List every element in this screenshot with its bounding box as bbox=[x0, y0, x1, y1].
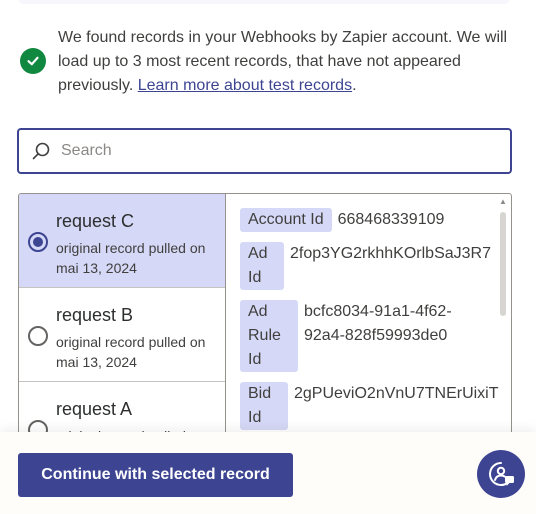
notice-suffix: . bbox=[352, 77, 357, 94]
chevron-up-icon[interactable]: ▲ bbox=[499, 198, 507, 206]
check-circle-icon bbox=[20, 48, 46, 74]
continue-button[interactable]: Continue with selected record bbox=[18, 453, 293, 497]
field-key: Account Id bbox=[240, 208, 332, 232]
search-input[interactable] bbox=[61, 142, 481, 160]
record-title: request C bbox=[56, 211, 135, 231]
field-account-id: Account Id 668468339109 bbox=[240, 208, 444, 232]
help-chat-icon[interactable] bbox=[477, 450, 525, 498]
record-radio[interactable] bbox=[28, 326, 48, 346]
scroll-thumb[interactable] bbox=[500, 212, 506, 316]
field-value: 2gPUeviO2nVnU7TNErUixiT bbox=[294, 385, 499, 402]
field-key: Ad Id bbox=[240, 242, 284, 290]
field-bid-id: Bid Id 2gPUeviO2nVnU7TNErUixiT bbox=[240, 382, 499, 430]
radio-dot bbox=[33, 237, 43, 247]
field-key: Bid Id bbox=[240, 382, 288, 430]
record-detail: Account Id 668468339109 Ad Id 2fop3YG2rk… bbox=[226, 194, 511, 442]
field-ad-id: Ad Id 2fop3YG2rkhhKOrlbSaJ3R7 bbox=[240, 242, 491, 290]
field-key: Ad Rule Id bbox=[240, 300, 298, 372]
record-item-request-c[interactable]: request C original record pulled on mai … bbox=[19, 194, 225, 288]
field-value: bcfc8034-91a1-4f62-92a4-828f59993de0 bbox=[304, 303, 452, 344]
field-value: 668468339109 bbox=[337, 211, 445, 228]
search-icon bbox=[31, 141, 51, 161]
field-ad-rule-id: Ad Rule Id bcfc8034-91a1-4f62-92a4-828f5… bbox=[240, 300, 474, 372]
footer-bar: Continue with selected record bbox=[0, 432, 536, 514]
previous-card-edge bbox=[18, 0, 510, 4]
record-title: request A bbox=[56, 399, 133, 419]
records-found-notice: We found records in your Webhooks by Zap… bbox=[20, 26, 510, 102]
learn-more-link[interactable]: Learn more about test records bbox=[138, 77, 352, 94]
record-subtitle: original record pulled on mai 13, 2024 bbox=[56, 240, 206, 276]
record-title: request B bbox=[56, 305, 134, 325]
record-list: request C original record pulled on mai … bbox=[19, 194, 226, 442]
search-box[interactable] bbox=[17, 128, 512, 174]
field-value: 2fop3YG2rkhhKOrlbSaJ3R7 bbox=[290, 245, 491, 262]
records-panel: request C original record pulled on mai … bbox=[18, 193, 512, 443]
detail-scrollbar[interactable]: ▲ bbox=[499, 198, 507, 438]
notice-text: We found records in your Webhooks by Zap… bbox=[58, 26, 510, 98]
record-subtitle: original record pulled on mai 13, 2024 bbox=[56, 334, 206, 370]
record-radio-selected[interactable] bbox=[28, 232, 48, 252]
record-item-request-b[interactable]: request B original record pulled on mai … bbox=[19, 288, 225, 382]
